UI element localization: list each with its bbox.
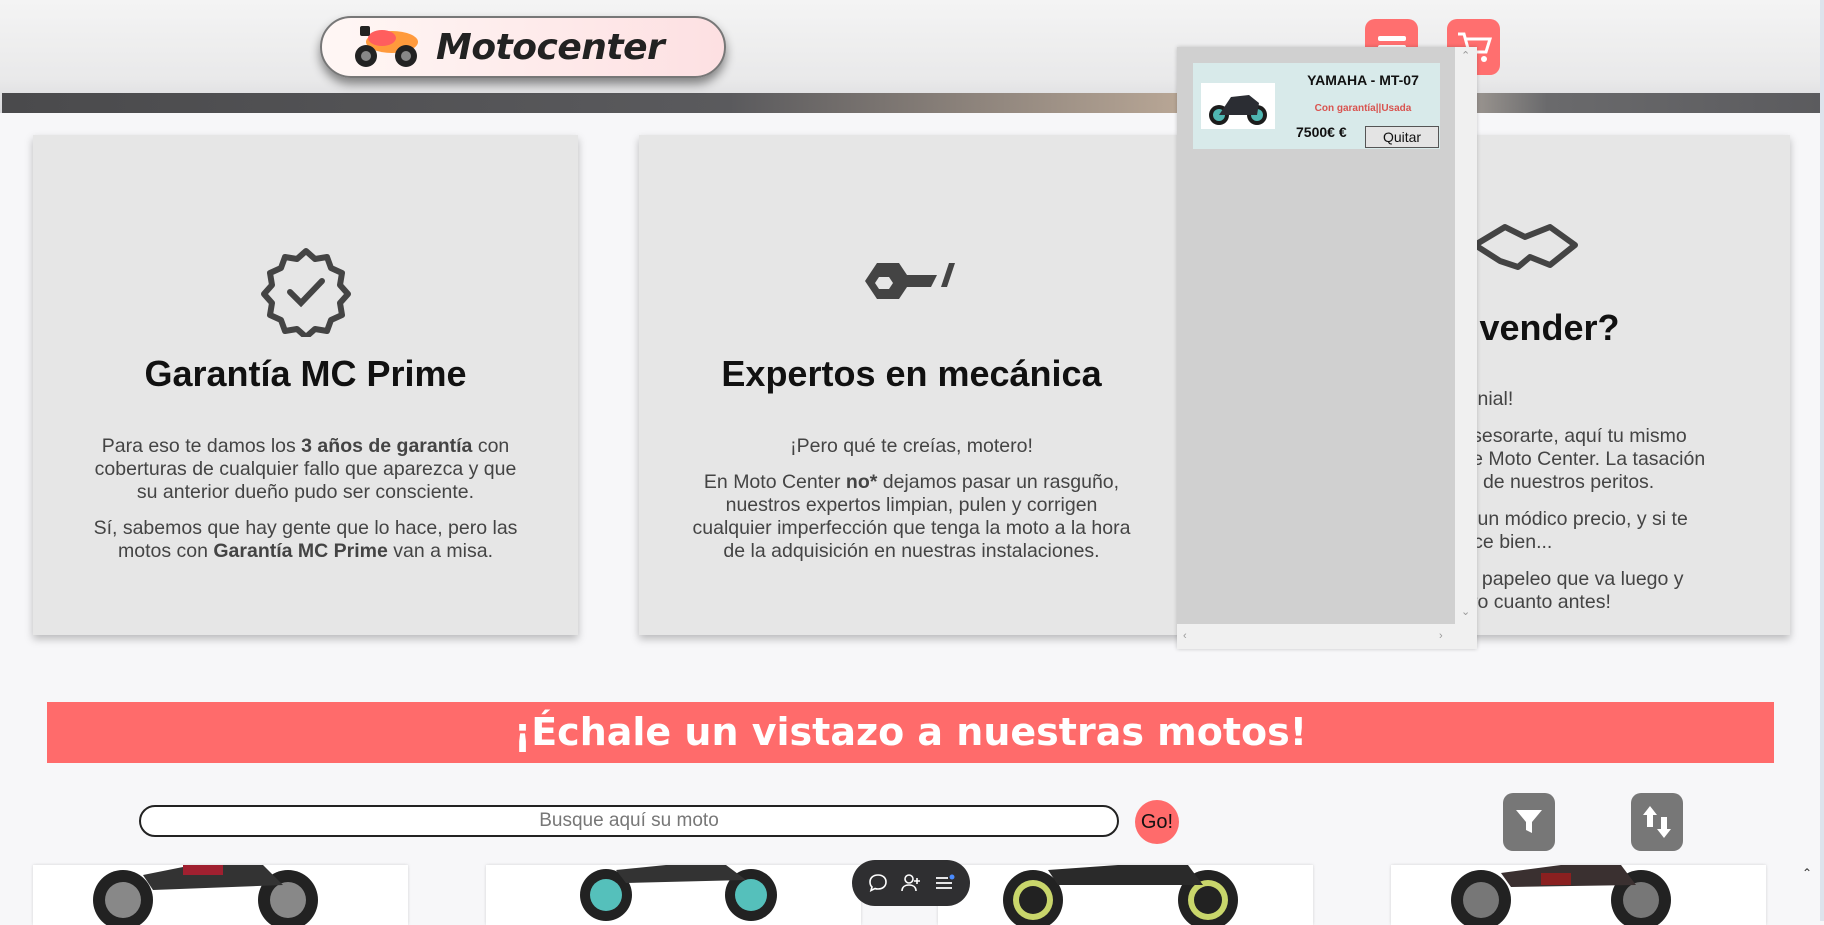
logo-text: Motocenter bbox=[436, 26, 665, 68]
motorcycle-image bbox=[1209, 95, 1267, 125]
logo[interactable]: Motocenter bbox=[320, 16, 726, 78]
sort-button[interactable] bbox=[1631, 793, 1683, 851]
remove-from-cart-button[interactable]: Quitar bbox=[1365, 126, 1439, 148]
badge-check-icon bbox=[260, 248, 351, 337]
feature-paragraph: Sí, sabemos que hay gente que lo hace, p… bbox=[93, 517, 518, 562]
search-go-button[interactable]: Go! bbox=[1135, 800, 1179, 844]
feature-title: Garantía MC Prime bbox=[144, 353, 467, 394]
feature-text-line: o a un módico precio, y si te bbox=[1445, 508, 1688, 530]
product-card[interactable] bbox=[486, 865, 861, 925]
motorcycle-image bbox=[1003, 865, 1238, 925]
motorcycle-image bbox=[580, 865, 777, 921]
motorcycle-image bbox=[93, 865, 318, 925]
feature-card-warranty: Garantía MC Prime Para eso te damos los … bbox=[33, 135, 578, 635]
product-card[interactable] bbox=[33, 865, 408, 925]
feature-card-mechanics: Expertos en mecánica ¡Pero qué te creías… bbox=[639, 135, 1184, 635]
feature-text-line: inero cuanto antes! bbox=[1445, 591, 1611, 613]
feature-text-line: arece bien... bbox=[1445, 531, 1553, 553]
search-input[interactable]: Busque aquí su moto bbox=[139, 805, 1119, 837]
motorcycle-image bbox=[1451, 865, 1671, 925]
feature-text-line: o el papeleo que va luego y bbox=[1445, 568, 1684, 590]
window-edge bbox=[1820, 0, 1824, 921]
feature-text-line: uno de nuestros peritos. bbox=[1445, 471, 1655, 493]
filter-icon bbox=[1516, 810, 1542, 833]
scroll-right-arrow[interactable]: › bbox=[1439, 630, 1443, 642]
cart-item-name: YAMAHA - MT-07 bbox=[1307, 72, 1419, 88]
sort-icon bbox=[1643, 806, 1671, 838]
cart-item: YAMAHA - MT-07 Con garantía||Usada 7500€… bbox=[1193, 63, 1440, 149]
feature-paragraph: ¡Pero qué te creías, motero! bbox=[790, 435, 1033, 457]
product-card[interactable] bbox=[1391, 865, 1766, 925]
feature-text-line: e de Moto Center. La tasación bbox=[1445, 448, 1706, 470]
site-header: Motocenter bbox=[0, 0, 1824, 113]
motorcycle-logo-icon bbox=[355, 26, 418, 67]
feature-paragraph: En Moto Center no* dejamos pasar un rasg… bbox=[692, 471, 1131, 562]
floating-toolbar bbox=[852, 860, 970, 906]
product-card[interactable] bbox=[938, 865, 1313, 925]
filter-button[interactable] bbox=[1503, 793, 1555, 851]
feature-title: Expertos en mecánica bbox=[721, 353, 1102, 394]
add-user-icon[interactable] bbox=[900, 872, 922, 894]
list-icon[interactable] bbox=[933, 872, 955, 894]
feature-text-line: a asesorarte, aquí tu mismo bbox=[1445, 425, 1687, 447]
cart-item-thumbnail bbox=[1201, 83, 1275, 129]
wrench-icon bbox=[864, 263, 955, 299]
cart-item-price: 7500€ € bbox=[1296, 124, 1347, 140]
feature-paragraph: Para eso te damos los 3 años de garantía… bbox=[94, 435, 517, 503]
catalog-banner: ¡Échale un vistazo a nuestras motos! bbox=[47, 702, 1774, 763]
handshake-icon bbox=[1472, 224, 1578, 270]
scroll-up-arrow[interactable]: ⌃ bbox=[1461, 49, 1470, 62]
cart-item-condition: Con garantía||Usada bbox=[1314, 103, 1412, 114]
cart-list: YAMAHA - MT-07 Con garantía||Usada 7500€… bbox=[1177, 47, 1455, 624]
scroll-left-arrow[interactable]: ‹ bbox=[1183, 630, 1187, 642]
scroll-down-arrow[interactable]: ⌄ bbox=[1461, 605, 1470, 618]
header-image-strip bbox=[2, 93, 1820, 113]
cart-dropdown[interactable]: YAMAHA - MT-07 Con garantía||Usada 7500€… bbox=[1177, 47, 1477, 649]
page-scroll-up-arrow[interactable]: ⌃ bbox=[1802, 866, 1812, 880]
chat-icon[interactable] bbox=[867, 872, 889, 894]
